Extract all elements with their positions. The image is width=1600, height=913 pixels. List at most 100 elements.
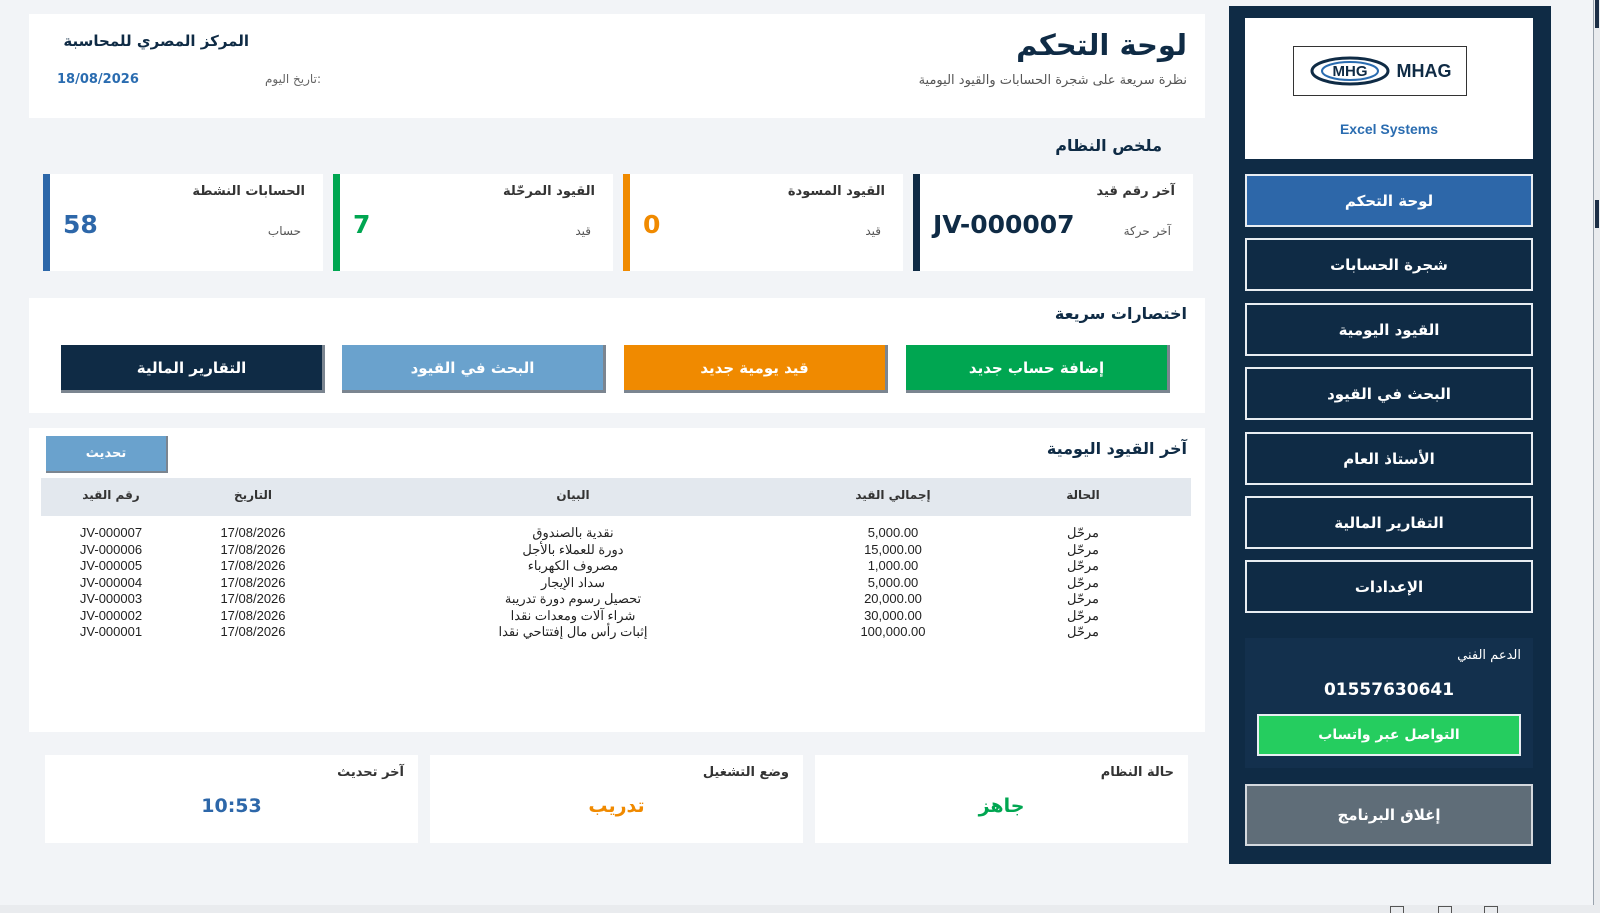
cell-date: 17/08/2026 bbox=[220, 558, 286, 573]
kpi-label: آخر رقم قيد bbox=[1096, 184, 1175, 199]
column-header-description: البيان bbox=[556, 488, 590, 502]
cell-total: 30,000.00 bbox=[864, 607, 922, 623]
nav-chart-of-accounts[interactable]: شجرة الحسابات bbox=[1245, 238, 1533, 291]
kpi-value: 58 bbox=[63, 210, 98, 239]
kpi-unit: آخر حركة bbox=[1123, 224, 1171, 238]
nav-general-ledger[interactable]: الأستاذ العام bbox=[1245, 432, 1533, 485]
edge-marker bbox=[1595, 200, 1599, 228]
recent-entries-title: آخر القيود اليومية bbox=[1046, 439, 1187, 458]
logo-subtitle: Excel Systems bbox=[1339, 121, 1439, 137]
kpi-card-last-entry: آخر رقم قيد آخر حركة JV-000007 bbox=[913, 174, 1193, 271]
kpi-value: JV-000007 bbox=[933, 210, 1075, 239]
refresh-button[interactable]: تحديث bbox=[46, 436, 168, 473]
nav-search-entries[interactable]: البحث في القيود bbox=[1245, 367, 1533, 420]
cell-total: 5,000.00 bbox=[867, 525, 919, 540]
cell-status: مرحّل bbox=[1066, 541, 1100, 557]
kpi-accent-bar bbox=[333, 174, 340, 271]
nav-settings[interactable]: الإعدادات bbox=[1245, 560, 1533, 613]
workbook-window: لوحة التحكم نظرة سريعة على شجرة الحسابات… bbox=[0, 0, 1594, 906]
page-break-icon[interactable] bbox=[1484, 906, 1498, 913]
cell-description: مصروف الكهرباء bbox=[527, 558, 619, 573]
cell-date: 17/08/2026 bbox=[220, 541, 286, 557]
cell-entry-no: JV-000006 bbox=[79, 541, 143, 557]
status-card-mode: وضع التشغيل تدريب bbox=[430, 755, 803, 843]
table-row[interactable]: مرحّل 1,000.00 مصروف الكهرباء 17/08/2026 JV-… bbox=[41, 558, 1191, 575]
logo-box: MHG MHAG Excel Systems bbox=[1245, 18, 1533, 159]
globe-icon: MHG bbox=[1310, 56, 1389, 86]
kpi-label: القيود المسودة bbox=[787, 184, 885, 199]
status-bar bbox=[0, 905, 1600, 913]
cell-entry-no: JV-000001 bbox=[79, 624, 143, 639]
page-layout-icon[interactable] bbox=[1438, 906, 1452, 913]
table-row[interactable]: مرحّل 15,000.00 دورة للعملاء بالأجل 17/08/2… bbox=[41, 542, 1191, 559]
kpi-card-active-accounts: الحسابات النشطة حساب 58 bbox=[43, 174, 323, 271]
cell-date: 17/08/2026 bbox=[220, 607, 286, 623]
cell-total: 100,000.00 bbox=[860, 624, 926, 639]
status-value: تدريب bbox=[588, 795, 645, 817]
support-title: الدعم الفني bbox=[1457, 648, 1521, 663]
status-card-last-update: آخر تحديث 10:53 bbox=[45, 755, 418, 843]
table-row[interactable]: مرحّل 5,000.00 نقدية بالصندوق 17/08/2026 JV-… bbox=[41, 525, 1191, 542]
kpi-accent-bar bbox=[43, 174, 50, 271]
recent-entries-panel: آخر القيود اليومية تحديث الحالة إجمالي ا… bbox=[29, 428, 1205, 732]
cell-status: مرحّل bbox=[1066, 558, 1100, 573]
nav-journal-entries[interactable]: القيود اليومية bbox=[1245, 303, 1533, 356]
cell-description: سداد الإيجار bbox=[540, 574, 605, 590]
cell-entry-no: JV-000005 bbox=[79, 558, 143, 573]
table-row[interactable]: مرحّل 20,000.00 تحصيل رسوم دورة تدريبة 17/0… bbox=[41, 591, 1191, 608]
date-label: تاريخ اليوم: bbox=[265, 72, 321, 86]
kpi-card-posted: القيود المرحّلة قيد 7 bbox=[333, 174, 613, 271]
company-name: المركز المصري للمحاسبة bbox=[63, 32, 249, 50]
support-phone: 01557630641 bbox=[1323, 680, 1455, 700]
kpi-unit: حساب bbox=[267, 224, 301, 238]
status-label: وضع التشغيل bbox=[702, 765, 789, 780]
table-row[interactable]: مرحّل 5,000.00 سداد الإيجار 17/08/2026 JV-00… bbox=[41, 575, 1191, 592]
kpi-label: القيود المرحّلة bbox=[502, 184, 595, 199]
cell-entry-no: JV-000002 bbox=[79, 607, 143, 623]
kpi-value: 7 bbox=[353, 210, 371, 239]
cell-description: إثبات رأس مال إفتتاحي نقدا bbox=[498, 624, 648, 639]
financial-reports-button[interactable]: التقارير المالية bbox=[61, 345, 325, 393]
nav-dashboard[interactable]: لوحة التحكم bbox=[1245, 174, 1533, 227]
new-journal-entry-button[interactable]: قيد يومية جديد bbox=[624, 345, 888, 393]
status-card-system: حالة النظام جاهز bbox=[815, 755, 1188, 843]
whatsapp-button[interactable]: التواصل عبر واتساب bbox=[1257, 714, 1521, 756]
cell-entry-no: JV-000004 bbox=[79, 574, 143, 590]
shortcuts-title: اختصارات سريعة bbox=[1054, 304, 1187, 323]
normal-view-icon[interactable] bbox=[1390, 906, 1404, 913]
search-entries-button[interactable]: البحث في القيود bbox=[342, 345, 606, 393]
page-title: لوحة التحكم bbox=[1016, 28, 1187, 62]
support-panel: الدعم الفني 01557630641 التواصل عبر واتس… bbox=[1245, 638, 1533, 768]
close-program-button[interactable]: إغلاق البرنامج bbox=[1245, 784, 1533, 846]
status-label: آخر تحديث bbox=[337, 765, 404, 780]
column-header-date: التاريخ bbox=[233, 488, 273, 502]
window-edge bbox=[1594, 0, 1600, 905]
add-account-button[interactable]: إضافة حساب جديد bbox=[906, 345, 1170, 393]
table-row[interactable]: مرحّل 100,000.00 إثبات رأس مال إفتتاحي نقد… bbox=[41, 624, 1191, 641]
cell-status: مرحّل bbox=[1066, 525, 1100, 540]
kpi-unit: قيد bbox=[575, 224, 591, 238]
kpi-accent-bar bbox=[913, 174, 920, 271]
kpi-accent-bar bbox=[623, 174, 630, 271]
cell-date: 17/08/2026 bbox=[220, 591, 286, 606]
edge-marker bbox=[1595, 0, 1599, 28]
cell-date: 17/08/2026 bbox=[220, 525, 286, 540]
column-header-status: الحالة bbox=[1066, 488, 1100, 502]
cell-description: نقدية بالصندوق bbox=[532, 525, 614, 540]
svg-text:MHG: MHG bbox=[1332, 63, 1367, 80]
header-panel: لوحة التحكم نظرة سريعة على شجرة الحسابات… bbox=[29, 14, 1205, 118]
summary-title: ملخص النظام bbox=[1055, 136, 1162, 155]
logo-text: MHAG bbox=[1396, 60, 1452, 81]
cell-status: مرحّل bbox=[1066, 607, 1100, 623]
sidebar: MHG MHAG Excel Systems لوحة التحكم شجرة … bbox=[1229, 6, 1551, 864]
nav-financial-reports[interactable]: التقارير المالية bbox=[1245, 496, 1533, 549]
cell-date: 17/08/2026 bbox=[220, 624, 286, 639]
cell-total: 20,000.00 bbox=[864, 591, 922, 606]
today-date: 18/08/2026 bbox=[57, 72, 139, 87]
cell-description: شراء آلات ومعدات نقدا bbox=[510, 607, 636, 623]
cell-description: تحصيل رسوم دورة تدريبة bbox=[504, 591, 642, 606]
table-row[interactable]: مرحّل 30,000.00 شراء آلات ومعدات نقدا 17/08… bbox=[41, 608, 1191, 625]
cell-total: 1,000.00 bbox=[867, 558, 919, 573]
page-subtitle: نظرة سريعة على شجرة الحسابات والقيود الي… bbox=[918, 73, 1187, 88]
cell-total: 15,000.00 bbox=[864, 541, 922, 557]
